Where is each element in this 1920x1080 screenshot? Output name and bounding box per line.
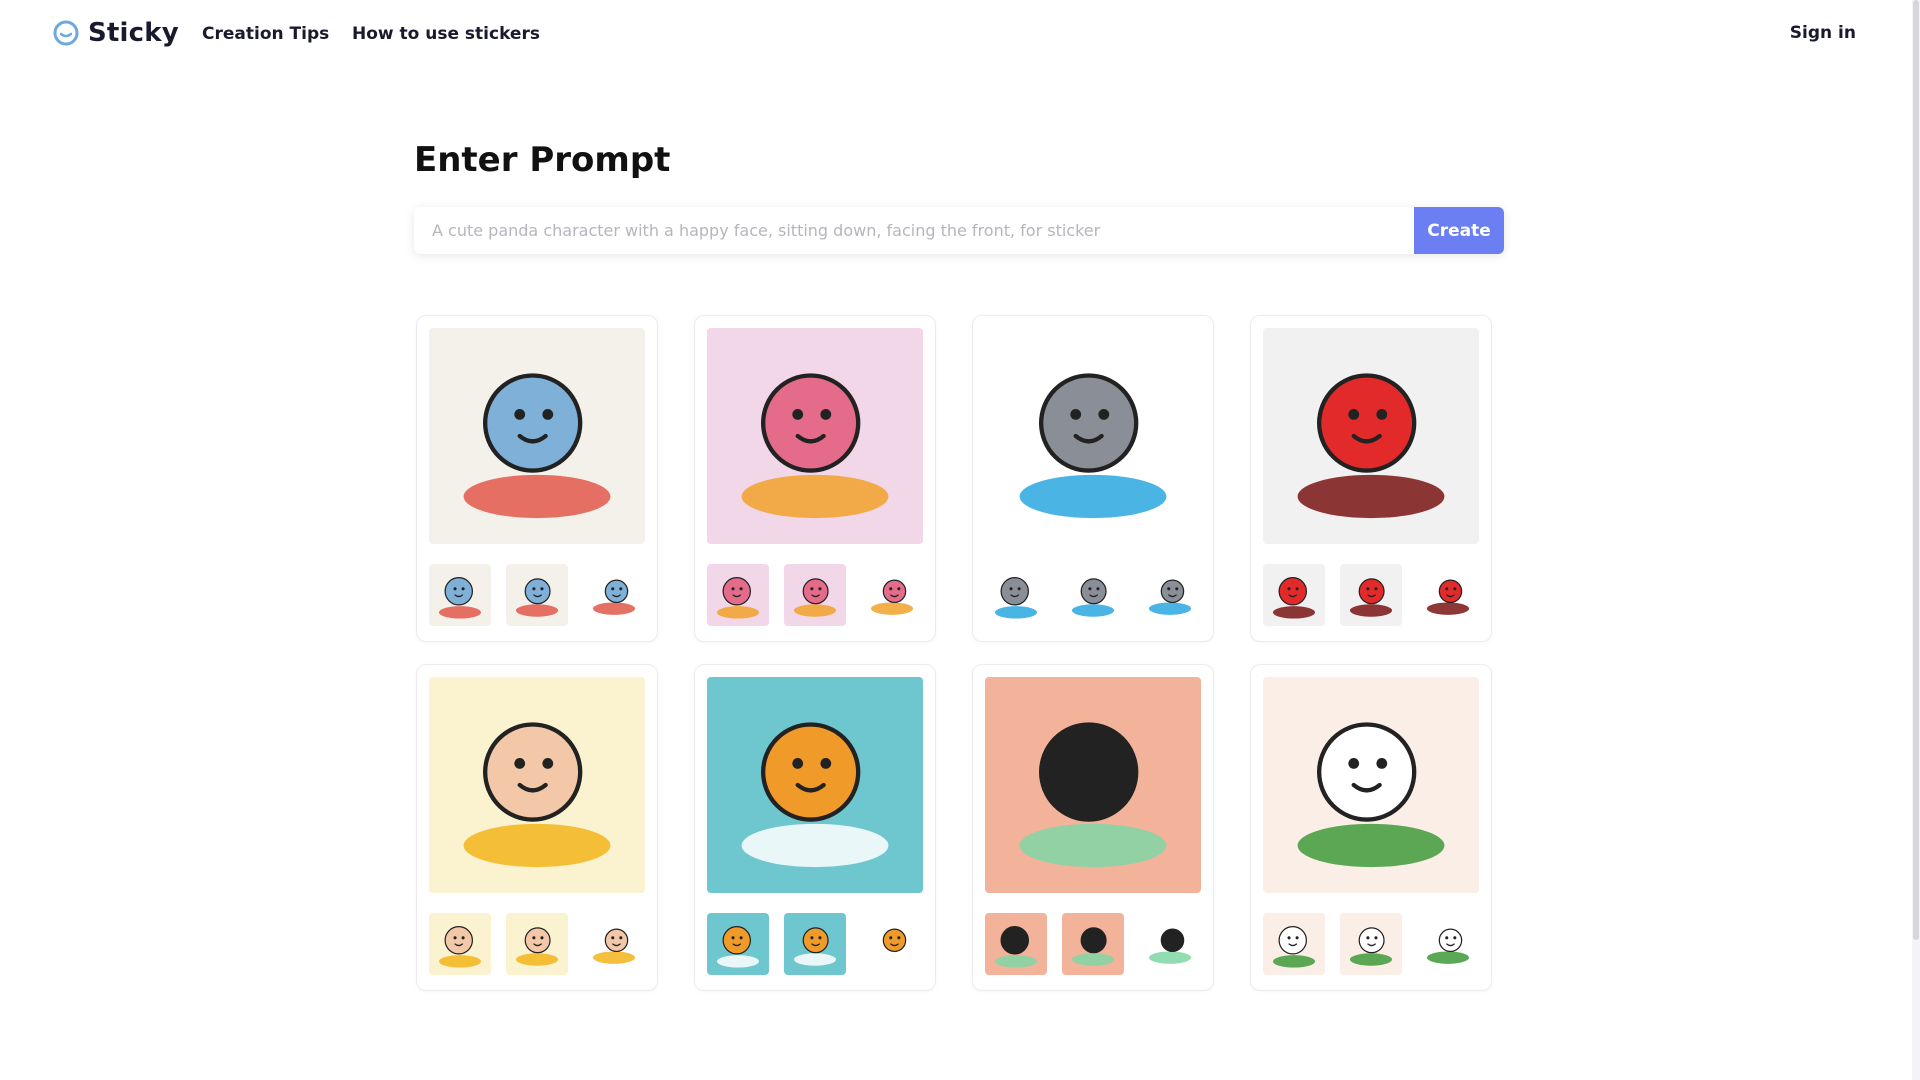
nav-creation-tips[interactable]: Creation Tips (202, 24, 329, 44)
sticker-variant-thumbnails (1263, 913, 1479, 975)
sticker-main-image (985, 328, 1201, 544)
sticker-thumbnail[interactable] (506, 564, 568, 626)
chat-bubble-logo-icon (53, 20, 79, 46)
sticker-variant-thumbnails (985, 564, 1201, 626)
nav-how-to-use-stickers[interactable]: How to use stickers (352, 24, 540, 44)
sticker-card[interactable] (972, 664, 1214, 991)
sticker-thumbnail[interactable] (707, 913, 769, 975)
sticker-thumbnail[interactable] (1340, 564, 1402, 626)
sticker-thumbnail[interactable] (1417, 564, 1479, 626)
sticker-thumbnail[interactable] (1340, 913, 1402, 975)
sign-in-link[interactable]: Sign in (1790, 23, 1856, 43)
sticker-main-image (707, 328, 923, 544)
sticker-variant-thumbnails (985, 913, 1201, 975)
top-nav-bar: Sticky Creation Tips How to use stickers… (0, 0, 1920, 70)
sticker-variant-thumbnails (429, 913, 645, 975)
sticker-thumbnail[interactable] (784, 564, 846, 626)
brand-name: Sticky (88, 18, 179, 48)
scrollbar-thumb[interactable] (1913, 0, 1919, 940)
sticker-card[interactable] (1250, 315, 1492, 642)
sticker-card[interactable] (694, 315, 936, 642)
sticker-thumbnail[interactable] (1417, 913, 1479, 975)
sticker-thumbnail[interactable] (985, 564, 1047, 626)
sticker-card[interactable] (1250, 664, 1492, 991)
sticker-card[interactable] (416, 664, 658, 991)
sticker-thumbnail[interactable] (506, 913, 568, 975)
sticker-card[interactable] (972, 315, 1214, 642)
sticker-thumbnail[interactable] (583, 564, 645, 626)
sticker-variant-thumbnails (707, 564, 923, 626)
sticker-variant-thumbnails (429, 564, 645, 626)
sticker-main-image (985, 677, 1201, 893)
sticker-thumbnail[interactable] (985, 913, 1047, 975)
sticker-thumbnail[interactable] (784, 913, 846, 975)
prompt-input[interactable] (414, 207, 1414, 254)
sticker-thumbnail[interactable] (861, 564, 923, 626)
sticker-thumbnail[interactable] (429, 913, 491, 975)
sticker-card[interactable] (416, 315, 658, 642)
sticker-main-image (1263, 677, 1479, 893)
sticker-thumbnail[interactable] (1139, 564, 1201, 626)
sticker-thumbnail[interactable] (1263, 564, 1325, 626)
sticker-thumbnail[interactable] (1263, 913, 1325, 975)
sticker-thumbnail[interactable] (1062, 913, 1124, 975)
sticker-thumbnail[interactable] (429, 564, 491, 626)
sticker-main-image (429, 328, 645, 544)
brand-link[interactable]: Sticky (52, 18, 179, 48)
sticker-thumbnail[interactable] (583, 913, 645, 975)
sticker-thumbnail[interactable] (1062, 564, 1124, 626)
sticker-variant-thumbnails (1263, 564, 1479, 626)
sticker-thumbnail[interactable] (707, 564, 769, 626)
sticker-thumbnail[interactable] (861, 913, 923, 975)
sticker-variant-thumbnails (707, 913, 923, 975)
sticker-main-image (707, 677, 923, 893)
sticker-main-image (1263, 328, 1479, 544)
sticker-thumbnail[interactable] (1139, 913, 1201, 975)
page-scrollbar[interactable] (1912, 0, 1920, 1080)
sticker-card[interactable] (694, 664, 936, 991)
sticker-main-image (429, 677, 645, 893)
create-button[interactable]: Create (1414, 207, 1504, 254)
prompt-heading: Enter Prompt (414, 140, 671, 180)
prompt-form: Create (414, 207, 1504, 254)
